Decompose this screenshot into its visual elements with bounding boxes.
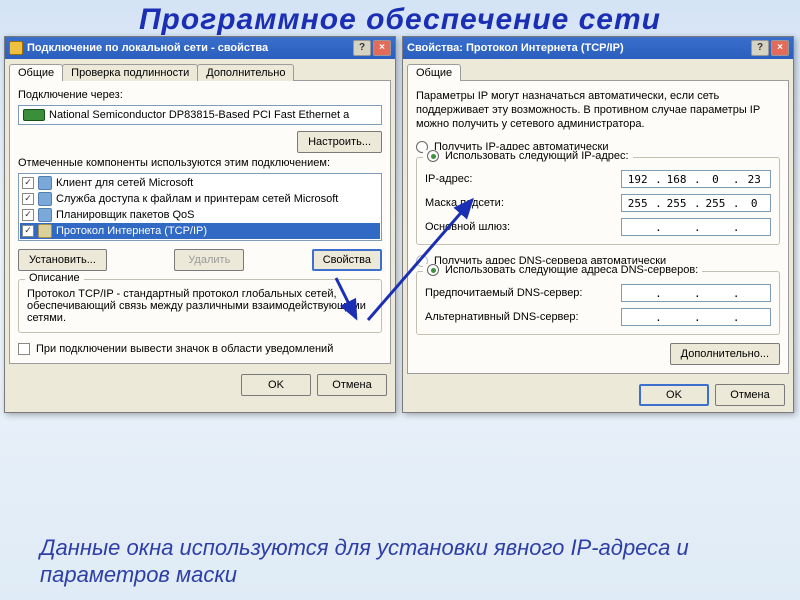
help-button[interactable]: ? — [751, 40, 769, 56]
components-label: Отмеченные компоненты используются этим … — [18, 157, 382, 169]
tab-general[interactable]: Общие — [407, 64, 461, 81]
component-icon — [38, 176, 52, 190]
description-title: Описание — [25, 272, 84, 284]
checkbox-icon[interactable]: ✓ — [22, 177, 34, 189]
list-item[interactable]: ✓ Служба доступа к файлам и принтерам се… — [20, 191, 380, 207]
adapter-field: National Semiconductor DP83815-Based PCI… — [18, 105, 382, 125]
component-icon — [38, 192, 52, 206]
component-label: Протокол Интернета (TCP/IP) — [56, 225, 207, 237]
window-title: Подключение по локальной сети - свойства — [27, 42, 353, 54]
remove-button: Удалить — [174, 249, 244, 271]
ok-button[interactable]: OK — [241, 374, 311, 396]
slide-caption: Данные окна используются для установки я… — [40, 535, 760, 588]
ip-octet[interactable]: 0 — [740, 197, 768, 210]
tray-checkbox[interactable] — [18, 343, 30, 355]
mask-label: Маска подсети: — [425, 197, 504, 209]
ip-address-input[interactable]: 192. 168. 0. 23 — [621, 170, 771, 188]
description-text: Протокол TCP/IP - стандартный протокол г… — [27, 288, 373, 324]
ip-octet[interactable]: 255 — [624, 197, 652, 210]
component-icon — [38, 208, 52, 222]
titlebar: Свойства: Протокол Интернета (TCP/IP) ? … — [403, 37, 793, 59]
help-button[interactable]: ? — [353, 40, 371, 56]
install-button[interactable]: Установить... — [18, 249, 107, 271]
component-icon — [38, 224, 52, 238]
close-button[interactable]: × — [373, 40, 391, 56]
checkbox-icon[interactable]: ✓ — [22, 209, 34, 221]
tab-strip: Общие Проверка подлинности Дополнительно — [9, 63, 391, 80]
ip-octet[interactable]: 23 — [740, 173, 768, 186]
gateway-label: Основной шлюз: — [425, 221, 510, 233]
tab-advanced[interactable]: Дополнительно — [197, 64, 294, 81]
tab-general[interactable]: Общие — [9, 64, 63, 81]
components-list[interactable]: ✓ Клиент для сетей Microsoft ✓ Служба до… — [18, 173, 382, 241]
component-label: Планировщик пакетов QoS — [56, 209, 195, 221]
close-button[interactable]: × — [771, 40, 789, 56]
dns2-label: Альтернативный DNS-сервер: — [425, 311, 579, 323]
ip-octet[interactable]: 255 — [663, 197, 691, 210]
configure-button[interactable]: Настроить... — [297, 131, 382, 153]
properties-button[interactable]: Свойства — [312, 249, 382, 271]
component-label: Клиент для сетей Microsoft — [56, 177, 193, 189]
preferred-dns-input[interactable]: . . . — [621, 284, 771, 302]
dns-group: Использовать следующие адреса DNS-сервер… — [416, 271, 780, 335]
component-label: Служба доступа к файлам и принтерам сете… — [56, 193, 338, 205]
general-panel: Подключение через: National Semiconducto… — [9, 80, 391, 364]
slide-title: Программное обеспечение сети — [0, 0, 800, 36]
list-item[interactable]: ✓ Клиент для сетей Microsoft — [20, 175, 380, 191]
nic-icon — [23, 109, 45, 121]
radio-dns-manual[interactable] — [427, 264, 439, 276]
window-icon — [9, 41, 23, 55]
dns1-label: Предпочитаемый DNS-сервер: — [425, 287, 582, 299]
checkbox-icon[interactable]: ✓ — [22, 193, 34, 205]
cancel-button[interactable]: Отмена — [715, 384, 785, 406]
lan-properties-dialog: Подключение по локальной сети - свойства… — [4, 36, 396, 414]
connect-via-label: Подключение через: — [18, 89, 382, 101]
ip-octet[interactable]: 255 — [701, 197, 729, 210]
radio-label: Использовать следующие адреса DNS-сервер… — [445, 264, 698, 276]
ip-octet[interactable]: 168 — [663, 173, 691, 186]
tray-label: При подключении вывести значок в области… — [36, 343, 333, 355]
ip-label: IP-адрес: — [425, 173, 472, 185]
alt-dns-input[interactable]: . . . — [621, 308, 771, 326]
checkbox-icon[interactable]: ✓ — [22, 225, 34, 237]
list-item[interactable]: ✓ Планировщик пакетов QoS — [20, 207, 380, 223]
advanced-button[interactable]: Дополнительно... — [670, 343, 780, 365]
ok-button[interactable]: OK — [639, 384, 709, 406]
window-title: Свойства: Протокол Интернета (TCP/IP) — [407, 42, 751, 54]
titlebar: Подключение по локальной сети - свойства… — [5, 37, 395, 59]
info-text: Параметры IP могут назначаться автоматич… — [416, 89, 780, 132]
subnet-mask-input[interactable]: 255. 255. 255. 0 — [621, 194, 771, 212]
radio-ip-manual[interactable] — [427, 150, 439, 162]
ip-octet[interactable]: 192 — [624, 173, 652, 186]
ip-octet[interactable]: 0 — [701, 173, 729, 186]
general-panel: Параметры IP могут назначаться автоматич… — [407, 80, 789, 375]
radio-label: Использовать следующий IP-адрес: — [445, 150, 629, 162]
tab-auth[interactable]: Проверка подлинности — [62, 64, 198, 81]
list-item-selected[interactable]: ✓ Протокол Интернета (TCP/IP) — [20, 223, 380, 239]
gateway-input[interactable]: . . . — [621, 218, 771, 236]
adapter-name: National Semiconductor DP83815-Based PCI… — [49, 109, 349, 121]
tcpip-properties-dialog: Свойства: Протокол Интернета (TCP/IP) ? … — [402, 36, 794, 414]
ip-group: Использовать следующий IP-адрес: IP-адре… — [416, 157, 780, 245]
cancel-button[interactable]: Отмена — [317, 374, 387, 396]
description-group: Описание Протокол TCP/IP - стандартный п… — [18, 279, 382, 333]
